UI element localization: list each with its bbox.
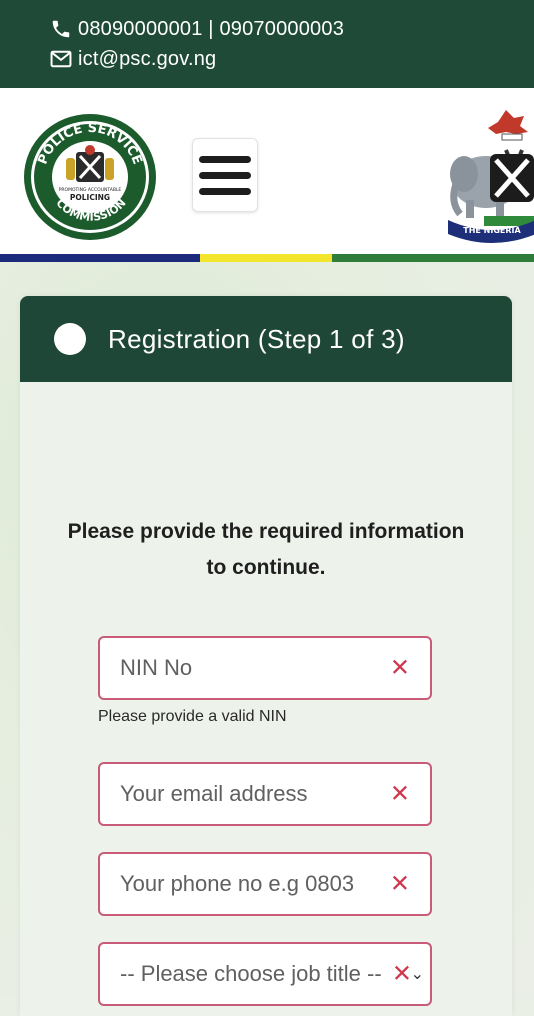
envelope-icon	[50, 50, 72, 68]
contact-bar: 08090000001 | 09070000003 ict@psc.gov.ng	[0, 0, 534, 88]
nin-validation-message: Please provide a valid NIN	[98, 708, 287, 725]
nin-placeholder: NIN No	[120, 655, 193, 680]
contact-email[interactable]: ict@psc.gov.ng	[78, 48, 216, 71]
email-placeholder: Your email address	[120, 781, 308, 806]
job-title-selected: -- Please choose job title --	[120, 961, 382, 986]
error-x-icon: ✕	[391, 960, 412, 988]
flag-stripe	[0, 254, 534, 262]
error-x-icon: ✕	[389, 780, 410, 808]
menu-icon-bar	[199, 155, 251, 163]
menu-icon-bar	[199, 187, 251, 195]
registration-title: Registration (Step 1 of 3)	[108, 323, 405, 354]
phone-row: 08090000001 | 09070000003	[50, 14, 534, 44]
crest-banner-text: THE NIGERIA	[463, 226, 521, 235]
phone-icon	[52, 20, 70, 38]
step-indicator-icon	[54, 323, 86, 355]
nin-field[interactable]: NIN No ✕	[98, 636, 432, 700]
instruction-text: Please provide the required information …	[67, 520, 465, 579]
phone-placeholder: Your phone no e.g 0803	[120, 871, 355, 896]
psc-logo[interactable]: POLICE SERVICE COMMISSION PROMOTING ACCO…	[22, 112, 158, 242]
email-row: ict@psc.gov.ng	[50, 44, 534, 74]
chevron-down-icon: ⌄	[410, 966, 424, 983]
menu-icon-bar	[199, 171, 251, 179]
email-field[interactable]: Your email address ✕	[98, 762, 432, 826]
registration-card-header: Registration (Step 1 of 3)	[20, 296, 512, 382]
nigeria-coat-of-arms: THE NIGERIA	[448, 110, 534, 243]
phone-numbers[interactable]: 08090000001 | 09070000003	[78, 18, 344, 41]
job-title-select[interactable]: -- Please choose job title -- ✕ ⌄	[98, 942, 432, 1006]
error-x-icon: ✕	[389, 870, 410, 898]
error-x-icon: ✕	[389, 654, 410, 682]
phone-field[interactable]: Your phone no e.g 0803 ✕	[98, 852, 432, 916]
svg-text:POLICING: POLICING	[70, 193, 110, 202]
menu-toggle-button[interactable]	[192, 138, 258, 212]
